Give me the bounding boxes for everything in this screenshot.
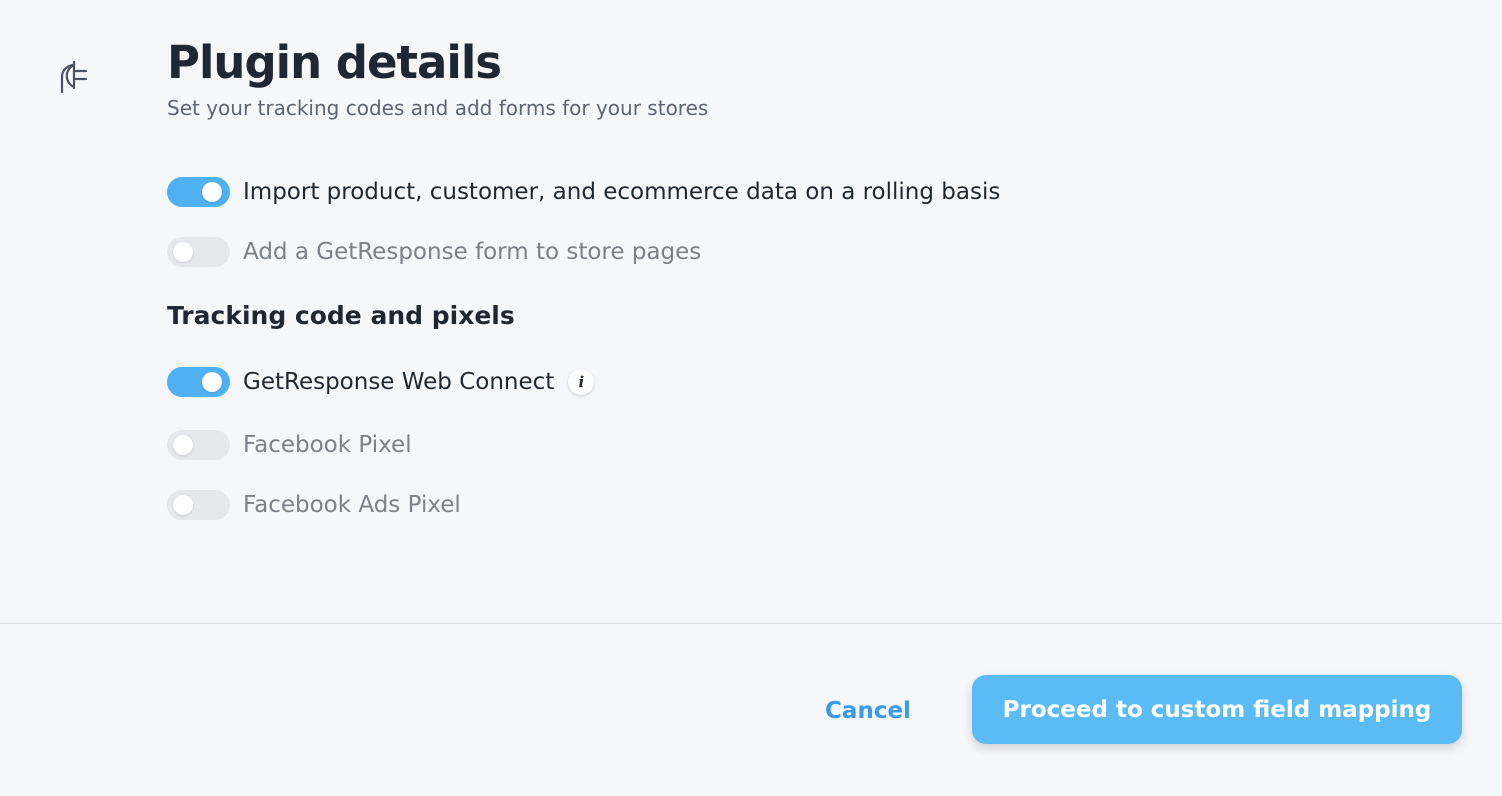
page-subtitle: Set your tracking codes and add forms fo… bbox=[167, 96, 709, 120]
plug-icon bbox=[60, 60, 88, 94]
toggle-knob bbox=[173, 242, 193, 262]
page-title: Plugin details bbox=[167, 36, 502, 89]
toggle-knob bbox=[173, 435, 193, 455]
proceed-button[interactable]: Proceed to custom field mapping bbox=[972, 675, 1462, 744]
facebook-ads-pixel-label: Facebook Ads Pixel bbox=[243, 492, 461, 518]
option-add-form[interactable]: Add a GetResponse form to store pages bbox=[167, 236, 701, 268]
toggle-knob bbox=[173, 495, 193, 515]
cancel-button[interactable]: Cancel bbox=[820, 692, 916, 730]
facebook-pixel-toggle[interactable] bbox=[167, 430, 230, 460]
add-form-toggle[interactable] bbox=[167, 237, 230, 267]
web-connect-label: GetResponse Web Connect bbox=[243, 369, 555, 395]
footer-divider bbox=[0, 623, 1502, 624]
web-connect-toggle[interactable] bbox=[167, 367, 230, 397]
tracking-section-title: Tracking code and pixels bbox=[167, 301, 515, 330]
add-form-label: Add a GetResponse form to store pages bbox=[243, 239, 702, 265]
import-data-label: Import product, customer, and ecommerce … bbox=[243, 179, 1001, 205]
option-import-data[interactable]: Import product, customer, and ecommerce … bbox=[167, 176, 1000, 208]
facebook-ads-pixel-toggle[interactable] bbox=[167, 490, 230, 520]
toggle-knob bbox=[202, 372, 222, 392]
info-icon[interactable]: i bbox=[568, 369, 595, 395]
tracking-item-facebook-pixel[interactable]: Facebook Pixel bbox=[167, 429, 412, 461]
facebook-pixel-label: Facebook Pixel bbox=[243, 432, 412, 458]
toggle-knob bbox=[202, 182, 222, 202]
tracking-item-facebook-ads-pixel[interactable]: Facebook Ads Pixel bbox=[167, 489, 461, 521]
plugin-details-page: Plugin details Set your tracking codes a… bbox=[0, 0, 1502, 796]
import-data-toggle[interactable] bbox=[167, 177, 230, 207]
tracking-item-web-connect[interactable]: GetResponse Web Connect i bbox=[167, 366, 595, 398]
